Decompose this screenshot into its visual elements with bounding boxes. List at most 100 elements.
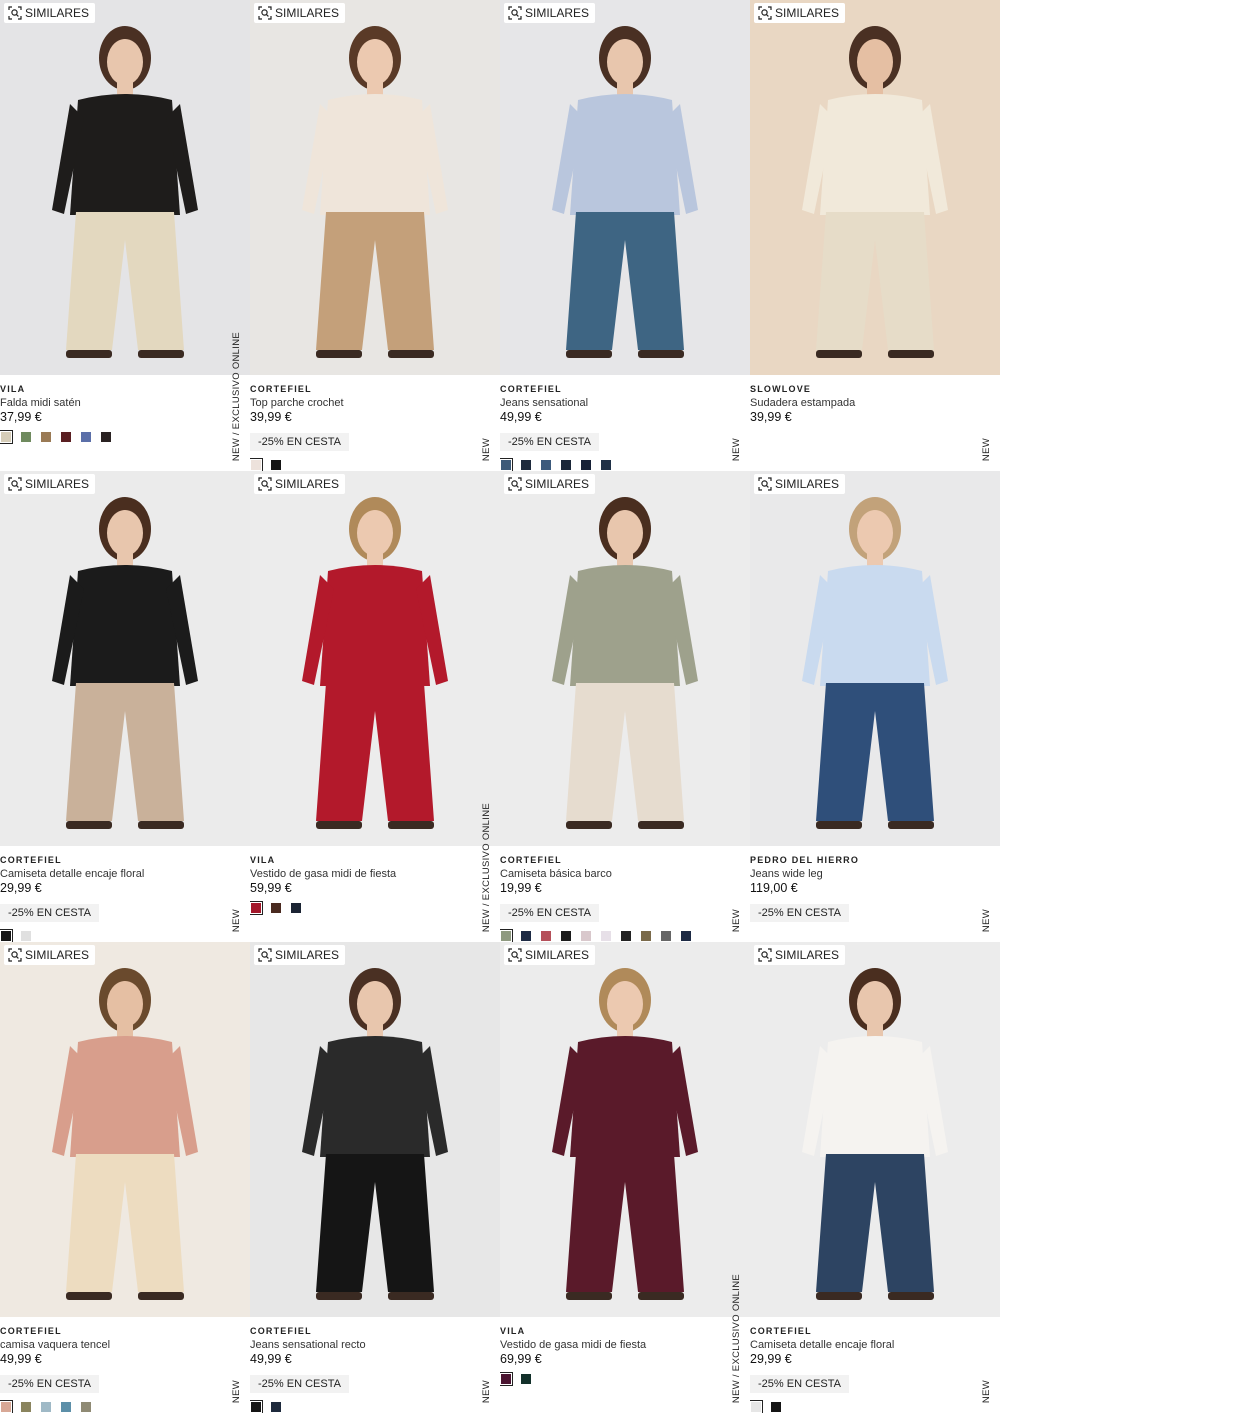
product-brand[interactable]: CORTEFIEL bbox=[750, 1325, 1000, 1337]
color-swatch[interactable] bbox=[500, 458, 513, 471]
color-swatch[interactable] bbox=[581, 460, 591, 470]
color-swatch[interactable] bbox=[581, 931, 591, 941]
color-swatch[interactable] bbox=[521, 460, 531, 470]
product-name[interactable]: Sudadera estampada bbox=[750, 396, 1000, 410]
color-swatch[interactable] bbox=[500, 929, 513, 942]
product-brand[interactable]: VILA bbox=[250, 854, 500, 866]
color-swatch[interactable] bbox=[21, 931, 31, 941]
product-card[interactable]: SIMILARES NEW / EXCLUSIVO ONLINE VILA Vesti… bbox=[500, 942, 750, 1413]
color-swatch[interactable] bbox=[0, 430, 13, 444]
color-swatch[interactable] bbox=[561, 931, 571, 941]
product-card[interactable]: SIMILARES NEW CORTEFIEL Top parche crochet 3… bbox=[250, 0, 500, 471]
similar-button[interactable]: SIMILARES bbox=[504, 945, 596, 965]
color-swatch[interactable] bbox=[641, 931, 651, 941]
color-swatch[interactable] bbox=[81, 432, 91, 442]
color-swatch[interactable] bbox=[271, 1402, 281, 1412]
product-image[interactable] bbox=[250, 0, 500, 375]
product-brand[interactable]: CORTEFIEL bbox=[500, 383, 750, 395]
similar-button[interactable]: SIMILARES bbox=[754, 3, 846, 23]
similar-button[interactable]: SIMILARES bbox=[504, 474, 596, 494]
product-image[interactable] bbox=[500, 942, 750, 1317]
color-swatch[interactable] bbox=[81, 1402, 91, 1412]
color-swatch[interactable] bbox=[250, 458, 263, 471]
product-card[interactable]: SIMILARES NEW CORTEFIEL Camiseta detalle en… bbox=[750, 942, 1000, 1413]
color-swatch[interactable] bbox=[500, 1372, 513, 1386]
product-card[interactable]: SIMILARES NEW CORTEFIEL Camiseta básica bar… bbox=[500, 471, 750, 942]
color-swatch[interactable] bbox=[681, 931, 691, 941]
product-name[interactable]: Vestido de gasa midi de fiesta bbox=[500, 1338, 750, 1352]
product-card[interactable]: SIMILARES NEW SLOWLOVE Sudadera estampada 39… bbox=[750, 0, 1000, 471]
color-swatch[interactable] bbox=[41, 432, 51, 442]
product-card[interactable]: SIMILARES NEW CORTEFIEL camisa vaquera tenc… bbox=[0, 942, 250, 1413]
color-swatch[interactable] bbox=[521, 931, 531, 941]
color-swatch[interactable] bbox=[561, 460, 571, 470]
product-name[interactable]: Jeans wide leg bbox=[750, 867, 1000, 881]
product-brand[interactable]: CORTEFIEL bbox=[0, 854, 250, 866]
product-name[interactable]: Camiseta detalle encaje floral bbox=[750, 1338, 1000, 1352]
product-image[interactable] bbox=[0, 942, 250, 1317]
product-name[interactable]: Falda midi satén bbox=[0, 396, 250, 410]
product-brand[interactable]: SLOWLOVE bbox=[750, 383, 1000, 395]
color-swatch[interactable] bbox=[101, 432, 111, 442]
similar-button[interactable]: SIMILARES bbox=[254, 3, 346, 23]
color-swatch[interactable] bbox=[250, 1400, 263, 1413]
product-card[interactable]: SIMILARES NEW CORTEFIEL Jeans sensational 49… bbox=[500, 0, 750, 471]
product-name[interactable]: Jeans sensational recto bbox=[250, 1338, 500, 1352]
product-image[interactable] bbox=[250, 942, 500, 1317]
product-name[interactable]: camisa vaquera tencel bbox=[0, 1338, 250, 1352]
product-name[interactable]: Camiseta básica barco bbox=[500, 867, 750, 881]
similar-button[interactable]: SIMILARES bbox=[754, 474, 846, 494]
color-swatch[interactable] bbox=[521, 1374, 531, 1384]
product-brand[interactable]: CORTEFIEL bbox=[250, 1325, 500, 1337]
product-brand[interactable]: VILA bbox=[500, 1325, 750, 1337]
color-swatch[interactable] bbox=[250, 901, 263, 915]
product-brand[interactable]: CORTEFIEL bbox=[0, 1325, 250, 1337]
color-swatch[interactable] bbox=[61, 1402, 71, 1412]
product-card[interactable]: SIMILARES NEW CORTEFIEL Camiseta detalle en… bbox=[0, 471, 250, 942]
similar-button[interactable]: SIMILARES bbox=[4, 3, 96, 23]
color-swatch[interactable] bbox=[601, 460, 611, 470]
product-name[interactable]: Vestido de gasa midi de fiesta bbox=[250, 867, 500, 881]
similar-button[interactable]: SIMILARES bbox=[254, 474, 346, 494]
product-brand[interactable]: CORTEFIEL bbox=[500, 854, 750, 866]
product-brand[interactable]: PEDRO DEL HIERRO bbox=[750, 854, 1000, 866]
color-swatch[interactable] bbox=[21, 432, 31, 442]
product-image[interactable] bbox=[750, 942, 1000, 1317]
color-swatch[interactable] bbox=[21, 1402, 31, 1412]
similar-button[interactable]: SIMILARES bbox=[4, 945, 96, 965]
similar-button[interactable]: SIMILARES bbox=[4, 474, 96, 494]
color-swatch[interactable] bbox=[0, 929, 13, 942]
similar-button[interactable]: SIMILARES bbox=[254, 945, 346, 965]
color-swatch[interactable] bbox=[771, 1402, 781, 1412]
product-image[interactable] bbox=[500, 471, 750, 846]
color-swatch[interactable] bbox=[0, 1400, 13, 1413]
color-swatch[interactable] bbox=[61, 432, 71, 442]
product-image[interactable] bbox=[750, 0, 1000, 375]
product-card[interactable]: SIMILARES NEW CORTEFIEL Jeans sensational r… bbox=[250, 942, 500, 1413]
color-swatch[interactable] bbox=[41, 1402, 51, 1412]
color-swatch[interactable] bbox=[541, 931, 551, 941]
color-swatch[interactable] bbox=[271, 903, 281, 913]
color-swatch[interactable] bbox=[291, 903, 301, 913]
product-card[interactable]: SIMILARES NEW PEDRO DEL HIERRO Jeans wide l… bbox=[750, 471, 1000, 942]
product-image[interactable] bbox=[250, 471, 500, 846]
product-image[interactable] bbox=[0, 471, 250, 846]
color-swatch[interactable] bbox=[750, 1400, 763, 1413]
product-brand[interactable]: CORTEFIEL bbox=[250, 383, 500, 395]
product-image[interactable] bbox=[0, 0, 250, 375]
product-name[interactable]: Jeans sensational bbox=[500, 396, 750, 410]
product-card[interactable]: SIMILARES NEW / EXCLUSIVO ONLINE VILA Falda… bbox=[0, 0, 250, 471]
color-swatch[interactable] bbox=[541, 460, 551, 470]
similar-button[interactable]: SIMILARES bbox=[504, 3, 596, 23]
similar-button[interactable]: SIMILARES bbox=[754, 945, 846, 965]
product-card[interactable]: SIMILARES NEW / EXCLUSIVO ONLINE VILA Vesti… bbox=[250, 471, 500, 942]
color-swatch[interactable] bbox=[661, 931, 671, 941]
color-swatch[interactable] bbox=[271, 460, 281, 470]
product-brand[interactable]: VILA bbox=[0, 383, 250, 395]
product-image[interactable] bbox=[750, 471, 1000, 846]
color-swatch[interactable] bbox=[601, 931, 611, 941]
color-swatch[interactable] bbox=[621, 931, 631, 941]
product-name[interactable]: Top parche crochet bbox=[250, 396, 500, 410]
product-image[interactable] bbox=[500, 0, 750, 375]
product-name[interactable]: Camiseta detalle encaje floral bbox=[0, 867, 250, 881]
